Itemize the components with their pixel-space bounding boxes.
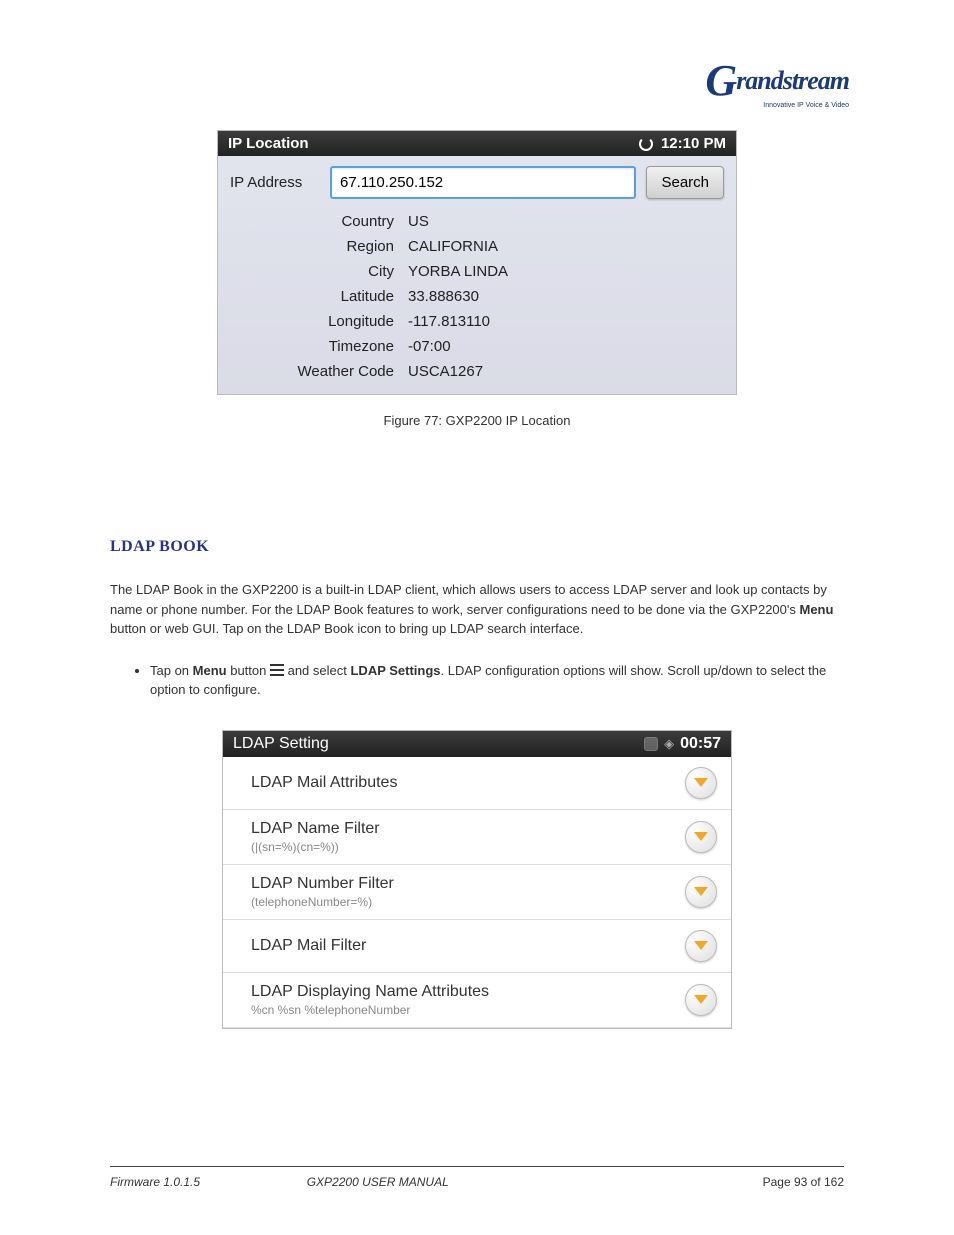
ldap-bullet-1: Tap on Menu button and select LDAP Setti…: [150, 661, 844, 700]
ldap-item-sub: (|(sn=%)(cn=%)): [251, 840, 685, 854]
info-value: 33.888630: [408, 288, 724, 305]
wifi-icon: ◈: [664, 736, 674, 752]
info-key: City: [218, 263, 408, 280]
expand-button[interactable]: [685, 767, 717, 799]
info-row: CityYORBA LINDA: [218, 259, 736, 284]
ldap-setting-item[interactable]: LDAP Displaying Name Attributes %cn %sn %…: [223, 973, 731, 1028]
chevron-down-icon: [694, 832, 708, 841]
expand-button[interactable]: [685, 930, 717, 962]
ip-location-screenshot: IP Location 12:10 PM IP Address Search C…: [217, 130, 737, 395]
info-row: Latitude33.888630: [218, 284, 736, 309]
info-value: -117.813110: [408, 313, 724, 330]
ldap-setting-item[interactable]: LDAP Name Filter (|(sn=%)(cn=%)): [223, 810, 731, 865]
clock-time-2: 00:57: [680, 735, 721, 753]
figure-caption: Figure 77: GXP2200 IP Location: [110, 413, 844, 428]
ldap-item-title: LDAP Displaying Name Attributes: [251, 983, 685, 1001]
ldap-setting-item[interactable]: LDAP Number Filter (telephoneNumber=%): [223, 865, 731, 920]
ldap-intro-paragraph: The LDAP Book in the GXP2200 is a built-…: [110, 580, 844, 639]
info-row: Timezone-07:00: [218, 334, 736, 359]
ldap-item-title: LDAP Name Filter: [251, 820, 685, 838]
expand-button[interactable]: [685, 984, 717, 1016]
ldap-setting-screenshot: LDAP Setting ◈ 00:57 LDAP Mail Attribute…: [222, 730, 732, 1029]
info-key: Longitude: [218, 313, 408, 330]
info-row: RegionCALIFORNIA: [218, 234, 736, 259]
brand-logo: Grandstream Innovative IP Voice & Video: [705, 55, 849, 109]
info-row: Longitude-117.813110: [218, 309, 736, 334]
ip-address-input[interactable]: [330, 166, 636, 199]
ldap-item-title: LDAP Mail Attributes: [251, 774, 685, 792]
ldap-setting-title: LDAP Setting: [233, 735, 329, 753]
expand-button[interactable]: [685, 821, 717, 853]
ldap-item-title: LDAP Number Filter: [251, 875, 685, 893]
chevron-down-icon: [694, 778, 708, 787]
info-value: -07:00: [408, 338, 724, 355]
page-footer: Firmware 1.0.1.5 GXP2200 USER MANUAL Pag…: [110, 1166, 844, 1189]
search-button[interactable]: Search: [646, 166, 724, 199]
ip-location-titlebar: IP Location 12:10 PM: [218, 131, 736, 156]
ldap-setting-item[interactable]: LDAP Mail Filter: [223, 920, 731, 973]
info-row: Weather CodeUSCA1267: [218, 359, 736, 384]
refresh-icon: [639, 137, 653, 151]
check-icon: [644, 737, 658, 751]
ldap-book-heading: LDAP BOOK: [110, 538, 844, 556]
chevron-down-icon: [694, 887, 708, 896]
chevron-down-icon: [694, 941, 708, 950]
status-icons: ◈: [644, 736, 674, 752]
info-value: USCA1267: [408, 363, 724, 380]
expand-button[interactable]: [685, 876, 717, 908]
info-key: Region: [218, 238, 408, 255]
ip-address-label: IP Address: [230, 174, 320, 191]
ldap-item-sub: %cn %sn %telephoneNumber: [251, 1003, 685, 1017]
info-row: CountryUS: [218, 209, 736, 234]
info-value: US: [408, 213, 724, 230]
info-key: Weather Code: [218, 363, 408, 380]
info-value: YORBA LINDA: [408, 263, 724, 280]
ldap-item-title: LDAP Mail Filter: [251, 937, 685, 955]
chevron-down-icon: [694, 995, 708, 1004]
info-key: Timezone: [218, 338, 408, 355]
info-key: Latitude: [218, 288, 408, 305]
info-value: CALIFORNIA: [408, 238, 724, 255]
info-key: Country: [218, 213, 408, 230]
ip-location-title: IP Location: [228, 135, 309, 152]
ldap-item-sub: (telephoneNumber=%): [251, 895, 685, 909]
ldap-setting-item[interactable]: LDAP Mail Attributes: [223, 757, 731, 810]
clock-time: 12:10 PM: [661, 135, 726, 152]
ldap-setting-titlebar: LDAP Setting ◈ 00:57: [223, 731, 731, 757]
